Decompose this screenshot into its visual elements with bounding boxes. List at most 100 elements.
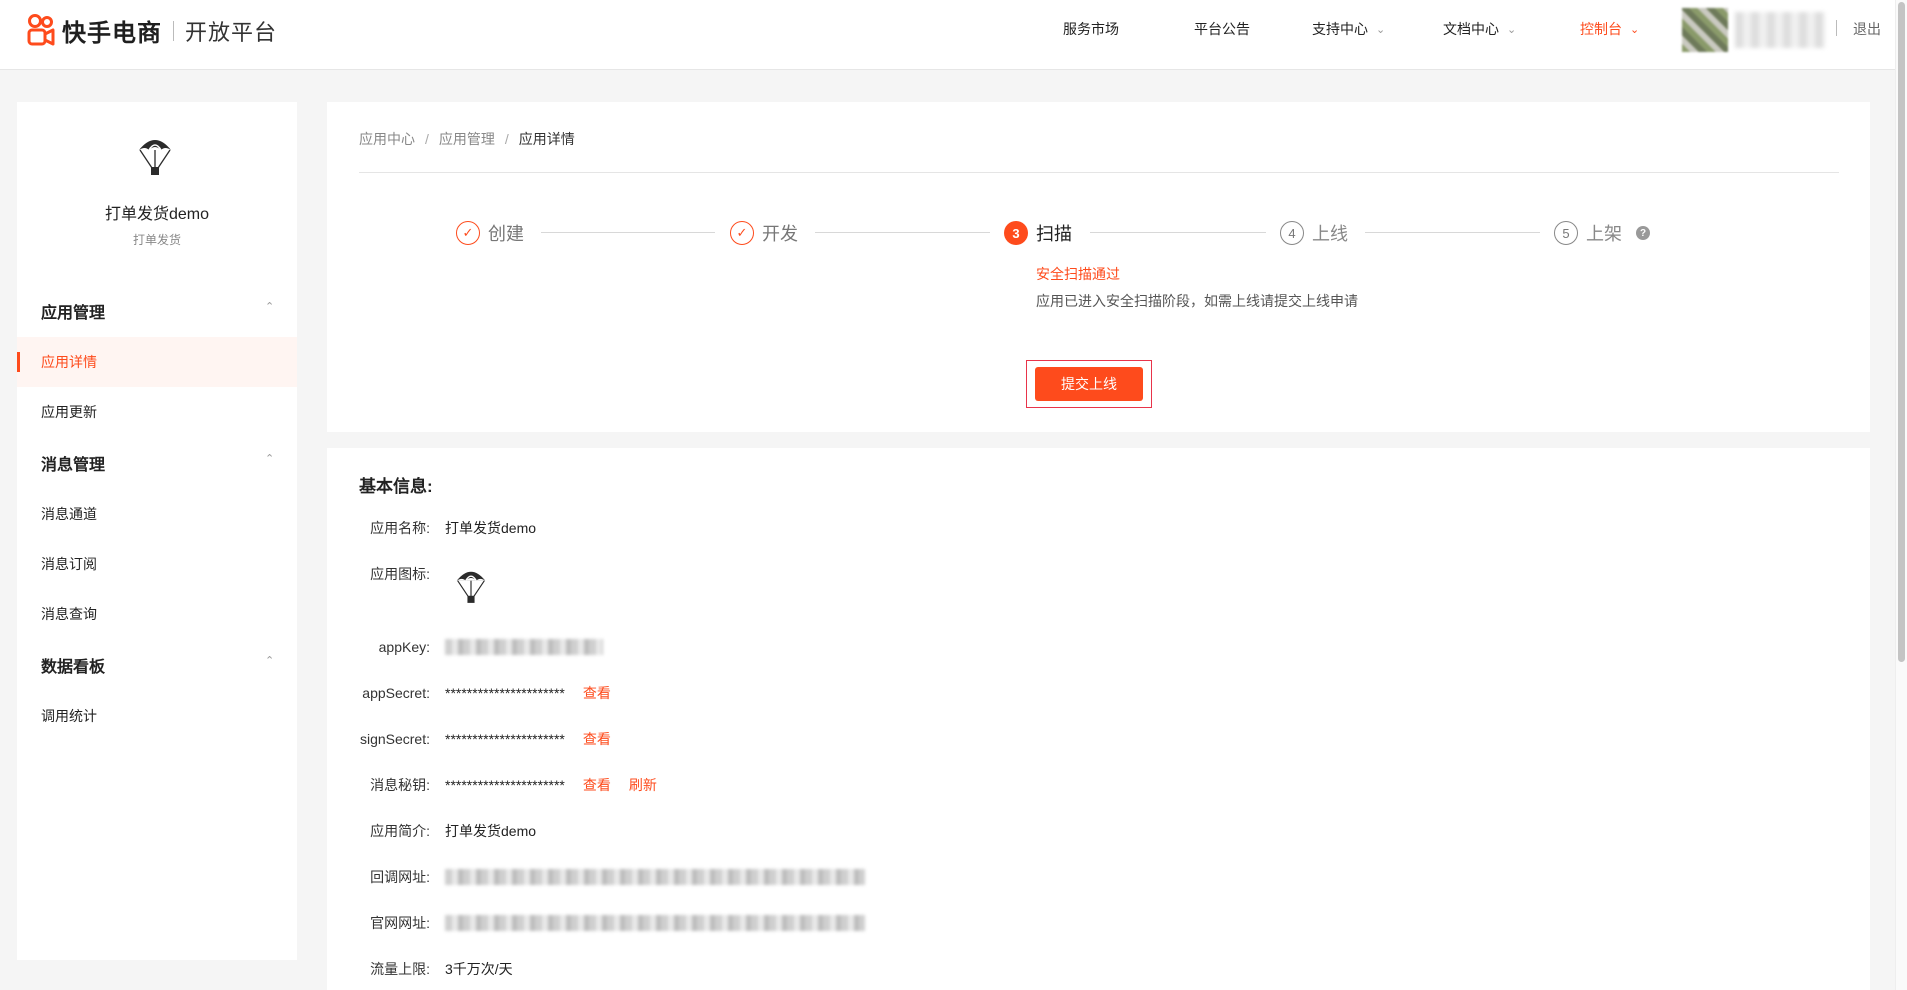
scrollbar-thumb[interactable] xyxy=(1898,2,1905,662)
sidebar-group-data-dashboard[interactable]: 数据看板 xyxy=(41,653,105,677)
submit-online-button[interactable]: 提交上线 xyxy=(1035,367,1143,401)
info-label: 流量上限: xyxy=(370,961,430,977)
sidebar-app-subtitle: 打单发货 xyxy=(132,233,181,247)
message-key-view-link[interactable]: 查看 xyxy=(583,775,611,795)
step-create: ✓ 创建 xyxy=(456,220,524,246)
sidebar-item-app-detail[interactable]: 应用详情 xyxy=(17,337,297,387)
step-label: 开发 xyxy=(762,224,798,244)
top-header: 快手电商 开放平台 服务市场 平台公告 支持中心 ⌄ 文档中心 ⌄ 控制台 ⌄ 退出 xyxy=(0,0,1907,70)
submit-highlight-box: 提交上线 xyxy=(1026,360,1152,408)
logout-link[interactable]: 退出 xyxy=(1853,19,1881,39)
nav-label: 服务市场 xyxy=(1063,21,1119,37)
user-name-redacted xyxy=(1735,12,1825,48)
callback-url-redacted xyxy=(445,869,865,885)
breadcrumb-app-management[interactable]: 应用管理 xyxy=(439,129,495,149)
info-row-callback-url: 回调网址: xyxy=(327,865,1327,889)
breadcrumb-separator: / xyxy=(504,131,509,147)
info-label: appSecret: xyxy=(362,685,430,701)
sidebar-item-call-stats[interactable]: 调用统计 xyxy=(17,691,297,741)
sidebar: 打单发货demo 打单发货 应用管理 ⌃ 应用详情 应用更新 消息管理 ⌃ 消息… xyxy=(17,102,297,960)
check-icon: ✓ xyxy=(730,221,754,245)
sign-secret-value: ********************** xyxy=(445,731,565,747)
chevron-up-icon[interactable]: ⌃ xyxy=(265,452,274,465)
brand-subtitle: 开放平台 xyxy=(185,19,278,45)
nav-label: 文档中心 xyxy=(1443,21,1499,37)
basic-info-title: 基本信息: xyxy=(359,477,433,496)
info-label: 官网网址: xyxy=(370,915,430,931)
info-label: appKey: xyxy=(378,639,430,655)
step-publish: 5 上架 xyxy=(1554,220,1622,246)
nav-announcements[interactable]: 平台公告 xyxy=(1194,0,1250,58)
nav-label: 控制台 xyxy=(1580,21,1622,37)
sidebar-item-label: 消息查询 xyxy=(41,606,97,622)
step-number: 3 xyxy=(1004,221,1028,245)
info-label: 应用名称: xyxy=(370,520,430,536)
brand-name: 快手电商 xyxy=(62,20,162,47)
sign-secret-view-link[interactable]: 查看 xyxy=(583,729,611,749)
step-label: 上架 xyxy=(1586,224,1622,244)
step-connector xyxy=(1365,232,1540,233)
chevron-up-icon[interactable]: ⌃ xyxy=(265,654,274,667)
step-label: 创建 xyxy=(488,224,524,244)
info-row-app-secret: appSecret: ********************** 查看 xyxy=(327,681,1327,705)
sidebar-app-name: 打单发货demo xyxy=(104,206,210,223)
nav-label: 支持中心 xyxy=(1312,21,1368,37)
kuaishou-logo-icon xyxy=(27,13,55,45)
app-secret-view-link[interactable]: 查看 xyxy=(583,683,611,703)
nav-service-market[interactable]: 服务市场 xyxy=(1063,0,1119,58)
chevron-down-icon: ⌄ xyxy=(1507,23,1517,36)
info-label: 消息秘钥: xyxy=(370,777,430,793)
sidebar-group-message-management[interactable]: 消息管理 xyxy=(41,451,105,475)
app-intro-value: 打单发货demo xyxy=(445,823,537,839)
app-status-card: 应用中心 / 应用管理 / 应用详情 ✓ 创建 ✓ 开发 3 扫描 4 上线 5… xyxy=(327,102,1870,432)
sidebar-item-message-channel[interactable]: 消息通道 xyxy=(17,489,297,539)
breadcrumb-app-detail: 应用详情 xyxy=(518,131,575,147)
divider xyxy=(359,172,1839,173)
app-name-value: 打单发货demo xyxy=(445,520,537,536)
chevron-down-icon: ⌄ xyxy=(1630,23,1640,36)
step-scan: 3 扫描 xyxy=(1004,220,1072,246)
help-icon[interactable]: ? xyxy=(1636,226,1650,240)
header-divider xyxy=(1836,20,1837,36)
sidebar-item-label: 消息订阅 xyxy=(41,556,97,572)
app-key-redacted xyxy=(445,639,603,655)
message-key-refresh-link[interactable]: 刷新 xyxy=(629,775,657,795)
sidebar-item-label: 调用统计 xyxy=(41,708,97,724)
nav-support-center[interactable]: 支持中心 ⌄ xyxy=(1312,0,1385,58)
basic-info-card: 基本信息: 应用名称: 打单发货demo 应用图标: appKey: appSe… xyxy=(327,448,1870,990)
scan-status: 安全扫描通过 xyxy=(1036,266,1120,282)
info-row-app-key: appKey: xyxy=(327,635,1327,659)
nav-docs-center[interactable]: 文档中心 ⌄ xyxy=(1443,0,1516,58)
step-number: 4 xyxy=(1280,221,1304,245)
sidebar-item-message-subscribe[interactable]: 消息订阅 xyxy=(17,539,297,589)
sidebar-group-app-management[interactable]: 应用管理 xyxy=(41,299,105,323)
info-label: 回调网址: xyxy=(370,869,430,885)
step-go-online: 4 上线 xyxy=(1280,220,1348,246)
sidebar-item-label: 消息通道 xyxy=(41,506,97,522)
nav-label: 平台公告 xyxy=(1194,21,1250,37)
sidebar-item-label: 应用详情 xyxy=(41,354,97,370)
parachute-icon xyxy=(456,571,486,603)
logo[interactable]: 快手电商 开放平台 xyxy=(26,13,277,48)
info-label: signSecret: xyxy=(359,731,430,747)
breadcrumb: 应用中心 / 应用管理 / 应用详情 xyxy=(359,129,575,149)
nav-console[interactable]: 控制台 ⌄ xyxy=(1580,0,1639,58)
breadcrumb-app-center[interactable]: 应用中心 xyxy=(359,129,415,149)
message-key-value: ********************** xyxy=(445,777,565,793)
step-number: 5 xyxy=(1554,221,1578,245)
info-row-sign-secret: signSecret: ********************** 查看 xyxy=(327,727,1327,751)
scan-description: 应用已进入安全扫描阶段，如需上线请提交上线申请 xyxy=(1036,293,1358,309)
info-row-message-key: 消息秘钥: ********************** 查看 刷新 xyxy=(327,773,1327,797)
sidebar-item-app-update[interactable]: 应用更新 xyxy=(17,387,297,437)
step-label: 扫描 xyxy=(1036,224,1072,244)
page-scrollbar[interactable] xyxy=(1895,0,1907,990)
breadcrumb-separator: / xyxy=(425,131,429,147)
chevron-up-icon[interactable]: ⌃ xyxy=(265,300,274,313)
avatar[interactable] xyxy=(1682,8,1728,52)
info-row-app-name: 应用名称: 打单发货demo xyxy=(327,516,1327,540)
step-develop: ✓ 开发 xyxy=(730,220,798,246)
logo-divider xyxy=(173,20,174,41)
website-url-redacted xyxy=(445,915,865,931)
sidebar-item-message-query[interactable]: 消息查询 xyxy=(17,589,297,639)
info-row-app-intro: 应用简介: 打单发货demo xyxy=(327,819,1327,843)
